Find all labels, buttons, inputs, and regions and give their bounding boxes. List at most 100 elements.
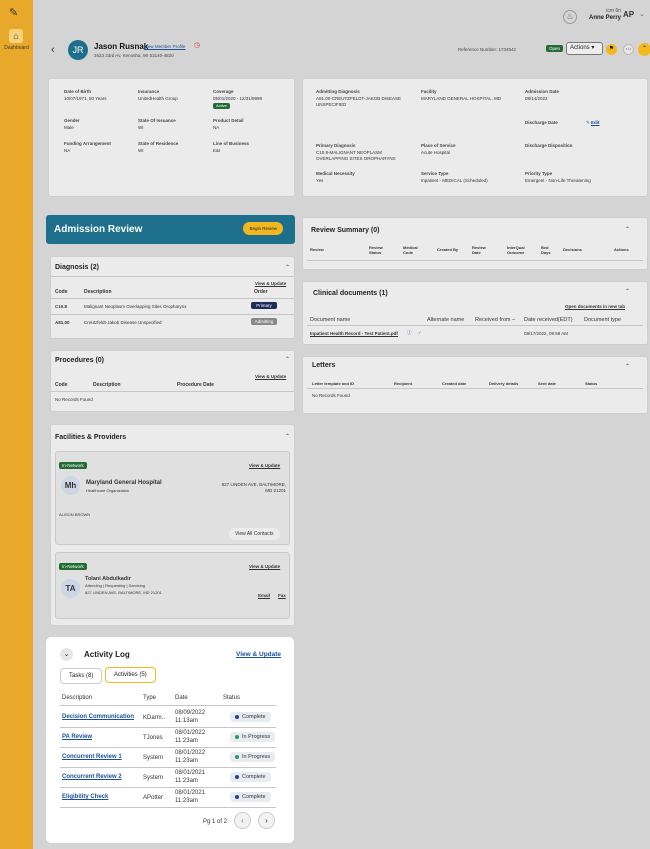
more-icon[interactable]: ⋯ [623,44,634,55]
review-col-review: Review [310,247,324,252]
activity-date: 08/09/2022 [175,710,206,716]
order-badge: Primary [251,302,277,309]
tab-tasks[interactable]: Tasks (8) [60,668,103,684]
admitting-diagnosis-label: Admitting Diagnosis [316,89,360,94]
letters-col-delivery: Delivery details [489,381,519,386]
chevron-up-icon[interactable]: ⌃ [285,433,290,440]
diagnosis-code: A81.00 [55,320,70,325]
diagnosis-col-order: Order [254,289,268,295]
chevron-up-icon[interactable]: ⌃ [625,363,630,370]
activity-date: 08/01/2021 [175,790,206,796]
main-content: ♨ icm 6n Anne Perry AP ⌄ ‹ JR Jason Rusna… [33,0,650,849]
next-page-button[interactable]: › [258,812,275,829]
chevron-up-icon[interactable]: ⌃ [285,264,290,271]
activity-description[interactable]: Concurrent Review 2 [62,774,122,780]
begin-review-button[interactable]: Begin Review [243,222,283,235]
letters-col-status: Status [585,381,598,386]
gender-value: Male [64,125,74,130]
status-badge: Complete [230,792,271,802]
flag-icon[interactable]: ⚑ [606,44,617,55]
diagnosis-view-update-link[interactable]: View & Update [255,281,286,286]
member-header: ‹ JR Jason Rusnak View Member Profile ◷ … [48,35,650,65]
procedures-title: Procedures (0) [55,357,105,364]
primary-diagnosis-value: C10.8-MALIGNANT NEOPLASM OVERLAPPING SIT… [316,150,396,161]
order-badge: Admitting [251,318,277,325]
facility-view-update-link[interactable]: View & Update [249,463,280,468]
insurance-value: UnitedHealth Group [138,96,178,101]
prev-page-button[interactable]: ‹ [234,812,251,829]
activity-col-description: Description [62,695,93,701]
activity-description[interactable]: Concurrent Review 1 [62,754,122,760]
view-member-profile-link[interactable]: View Member Profile [144,44,185,49]
member-details-panel: Date of Birth 10/07/1971, 50 Years Insur… [48,78,295,197]
clinical-col-type: Document type [584,317,621,323]
activity-date: 08/01/2022 [175,730,206,736]
facility-card: In-Network View & Update Mh Maryland Gen… [55,451,290,545]
status-badge: Complete [230,772,271,782]
chevron-down-icon[interactable]: ⌄ [639,10,645,18]
provider-email-link[interactable]: Email [258,593,270,598]
status-badge: Open [546,45,564,52]
discharge-date-label: Discharge Date [525,120,558,125]
info-icon[interactable]: ⓘ [407,330,412,336]
lob-value: E&I [213,148,221,153]
diagnosis-description: Creutzfeldt-Jakob Disease Unspecified [84,320,162,325]
clock-icon: ◷ [194,42,201,49]
actions-dropdown[interactable]: Actions ▾ [566,42,603,55]
provider-view-update-link[interactable]: View & Update [249,564,280,569]
provider-fax-link[interactable]: Fax [278,593,286,598]
row-divider [60,807,276,808]
row-divider [60,727,276,728]
letters-panel: Letters ⌃ Letter template and ID Recipie… [302,356,648,414]
activity-description[interactable]: PA Review [62,734,92,740]
sidebar-item-dashboard[interactable]: Dashboard [1,45,32,51]
review-summary-title: Review Summary (0) [311,227,380,234]
letters-col-sent: Sent date [538,381,557,386]
review-col-bed-days: Bed Days [541,245,551,255]
tab-activities[interactable]: Activities (5) [105,667,156,683]
diagnosis-col-description: Description [84,289,112,295]
clinical-col-received-from: Received from – [475,317,516,323]
coverage-value: 05/01/2020 - 12/31/9999 [213,96,263,101]
activity-description[interactable]: Decision Communication [62,714,134,720]
review-col-decisions: Decisions [563,247,582,252]
open-documents-new-tab-link[interactable]: Open documents in new tab [565,304,625,309]
avatar[interactable]: AP [623,10,634,19]
edit-discharge-link[interactable]: Edit [591,120,600,125]
document-link[interactable]: Inpatient Health Record - Test Patient.p… [310,331,398,336]
chevron-up-icon[interactable]: ⌃ [625,288,630,295]
facility-label: Facility [421,89,437,94]
activity-view-update-link[interactable]: View & Update [236,651,281,658]
medical-necessity-label: Medical Necessity [316,171,355,176]
clinical-col-alternate: Alternate name [427,317,465,323]
chevron-down-icon[interactable]: ⌄ [60,648,73,661]
clinical-title: Clinical documents (1) [313,290,388,297]
procedures-view-update-link[interactable]: View & Update [255,374,286,379]
back-arrow-icon[interactable]: ‹ [51,44,55,56]
status-dot-icon [235,734,239,739]
chevron-up-icon[interactable]: ⌃ [625,226,630,233]
clinical-col-date: Date received(EDT) [524,317,573,323]
diagnosis-panel: Diagnosis (2) ⌃ View & Update Code Descr… [50,256,295,339]
review-col-status: Review Status [369,245,383,255]
collapse-icon[interactable]: ⌃ [638,43,650,56]
chevron-up-icon[interactable]: ⌃ [285,356,290,363]
bell-icon[interactable]: ♨ [563,10,577,24]
service-type-label: Service Type [421,171,449,176]
product-value: NA [213,125,220,130]
user-name: Anne Perry [589,15,622,21]
status-dot-icon [235,714,239,719]
facilities-panel: Facilities & Providers ⌃ In-Network View… [50,424,295,626]
review-summary-panel: Review Summary (0) ⌃ Review Review Statu… [302,217,648,270]
status-text: Complete [242,774,266,780]
view-all-contacts-button[interactable]: View All Contacts [229,528,280,540]
facility-contact: ALISON BROWN [59,512,91,517]
clinical-col-name: Document name [310,317,351,323]
procedures-col-date: Procedure Date [177,382,214,388]
activity-time: 11:23am [175,798,198,804]
home-icon[interactable]: ⌂ [9,29,23,43]
procedures-empty: No Records Found [55,397,93,402]
user-menu-name[interactable]: icm 6n Anne Perry [589,8,621,22]
activity-description[interactable]: Eligibility Check [62,794,108,800]
place-of-service-label: Place of Service [421,143,456,148]
